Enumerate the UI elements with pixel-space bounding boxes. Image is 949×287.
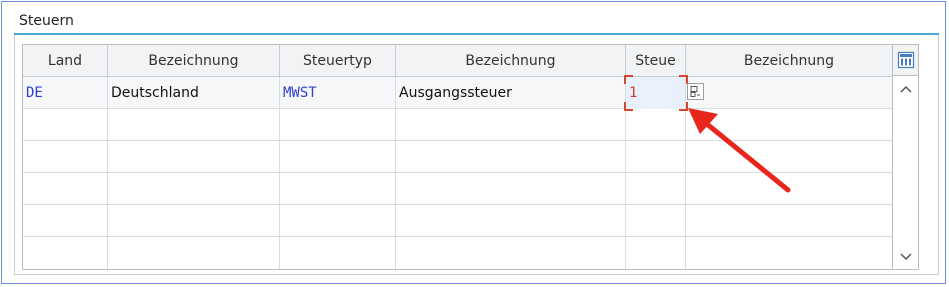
empty-cell[interactable] <box>23 237 108 269</box>
table-row[interactable] <box>23 205 892 237</box>
empty-cell[interactable] <box>626 205 686 237</box>
table-settings-icon <box>897 51 914 69</box>
empty-cell[interactable] <box>396 205 626 237</box>
empty-cell[interactable] <box>396 141 626 173</box>
empty-cell[interactable] <box>280 237 396 269</box>
focus-corner <box>624 75 633 84</box>
empty-cell[interactable] <box>686 237 892 269</box>
empty-cell[interactable] <box>108 109 280 141</box>
empty-cell[interactable] <box>23 109 108 141</box>
empty-cell[interactable] <box>686 205 892 237</box>
empty-cell[interactable] <box>396 109 626 141</box>
column-header-land[interactable]: Land <box>23 45 108 77</box>
empty-cell[interactable] <box>280 141 396 173</box>
empty-cell[interactable] <box>23 141 108 173</box>
cell-steuertyp[interactable]: MWST <box>280 77 396 109</box>
column-header-steuertyp-bezeichnung[interactable]: Bezeichnung <box>396 45 626 77</box>
column-header-steuertyp[interactable]: Steuertyp <box>280 45 396 77</box>
red-arrow-annotation <box>688 108 791 193</box>
empty-cell[interactable] <box>626 109 686 141</box>
steuerklasse-input[interactable]: 1 <box>626 77 686 109</box>
value-help-icon[interactable] <box>687 83 704 100</box>
column-header-land-bezeichnung[interactable]: Bezeichnung <box>108 45 280 77</box>
cell-steuertyp-bezeichnung[interactable]: Ausgangssteuer <box>396 77 626 109</box>
cell-land[interactable]: DE <box>23 77 108 109</box>
empty-cell[interactable] <box>108 173 280 205</box>
chevron-up-icon <box>900 85 912 93</box>
empty-cell[interactable] <box>108 237 280 269</box>
empty-cell[interactable] <box>108 141 280 173</box>
empty-cell[interactable] <box>280 205 396 237</box>
empty-cell[interactable] <box>23 173 108 205</box>
cell-land-bezeichnung[interactable]: Deutschland <box>108 77 280 109</box>
empty-cell[interactable] <box>23 205 108 237</box>
empty-cell[interactable] <box>108 205 280 237</box>
vertical-scrollbar[interactable] <box>893 76 919 270</box>
focus-corner <box>624 102 633 111</box>
empty-cell[interactable] <box>396 237 626 269</box>
empty-cell[interactable] <box>626 141 686 173</box>
group-title: Steuern <box>19 13 74 29</box>
empty-cell[interactable] <box>280 173 396 205</box>
column-header-steuerklasse[interactable]: Steue <box>626 45 686 77</box>
table-settings-button[interactable] <box>893 44 919 76</box>
empty-cell[interactable] <box>626 173 686 205</box>
empty-cell[interactable] <box>280 109 396 141</box>
empty-cell[interactable] <box>626 237 686 269</box>
column-header-klasse-bezeichnung[interactable]: Bezeichnung <box>686 45 892 77</box>
empty-cell[interactable] <box>396 173 626 205</box>
chevron-down-icon <box>900 253 912 261</box>
table-row[interactable] <box>23 237 892 269</box>
